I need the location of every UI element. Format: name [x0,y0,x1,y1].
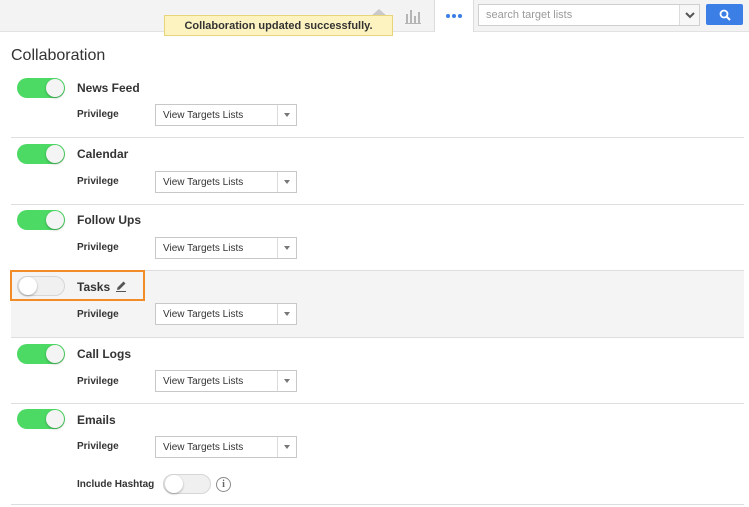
privilege-select[interactable]: View Targets Lists [155,171,297,193]
privilege-select[interactable]: View Targets Lists [155,370,297,392]
caret-down-icon [277,371,296,391]
caret-down-icon [277,105,296,125]
privilege-label: Privilege [77,109,119,120]
section-calendar: Calendar Privilege View Targets Lists [11,138,744,205]
section-title: Calendar [77,147,129,161]
section-emails: Emails Privilege View Targets Lists Incl… [11,404,744,505]
follow-ups-toggle[interactable] [17,210,65,230]
include-hashtag-label: Include Hashtag [77,479,155,490]
privilege-select[interactable]: View Targets Lists [155,436,297,458]
chevron-down-icon[interactable] [679,5,699,25]
success-toast: Collaboration updated successfully. [164,15,393,36]
include-hashtag-toggle[interactable] [163,474,211,494]
caret-down-icon [277,172,296,192]
caret-down-icon [277,304,296,324]
caret-down-icon [277,238,296,258]
section-title: Follow Ups [77,213,141,227]
focus-highlight [10,270,145,301]
search-icon [719,9,731,21]
emails-toggle[interactable] [17,409,65,429]
section-title: Emails [77,413,116,427]
news-feed-toggle[interactable] [17,78,65,98]
section-title: News Feed [77,81,140,95]
search-input[interactable] [479,5,679,25]
privilege-label: Privilege [77,242,119,253]
privilege-select[interactable]: View Targets Lists [155,303,297,325]
calendar-toggle[interactable] [17,144,65,164]
section-title: Call Logs [77,347,132,361]
privilege-label: Privilege [77,376,119,387]
privilege-select[interactable]: View Targets Lists [155,104,297,126]
privilege-label: Privilege [77,176,119,187]
privilege-select[interactable]: View Targets Lists [155,237,297,259]
info-icon[interactable]: i [216,477,231,492]
section-call-logs: Call Logs Privilege View Targets Lists [11,338,744,404]
privilege-label: Privilege [77,441,119,452]
page-title: Collaboration [11,47,106,64]
privilege-label: Privilege [77,309,119,320]
section-follow-ups: Follow Ups Privilege View Targets Lists [11,205,744,271]
bar-chart-icon[interactable] [402,6,424,26]
section-news-feed: News Feed Privilege View Targets Lists [11,70,744,138]
call-logs-toggle[interactable] [17,344,65,364]
caret-down-icon [277,437,296,457]
search-box [478,4,700,26]
more-dots-icon[interactable] [434,0,474,32]
search-button[interactable] [706,4,743,25]
